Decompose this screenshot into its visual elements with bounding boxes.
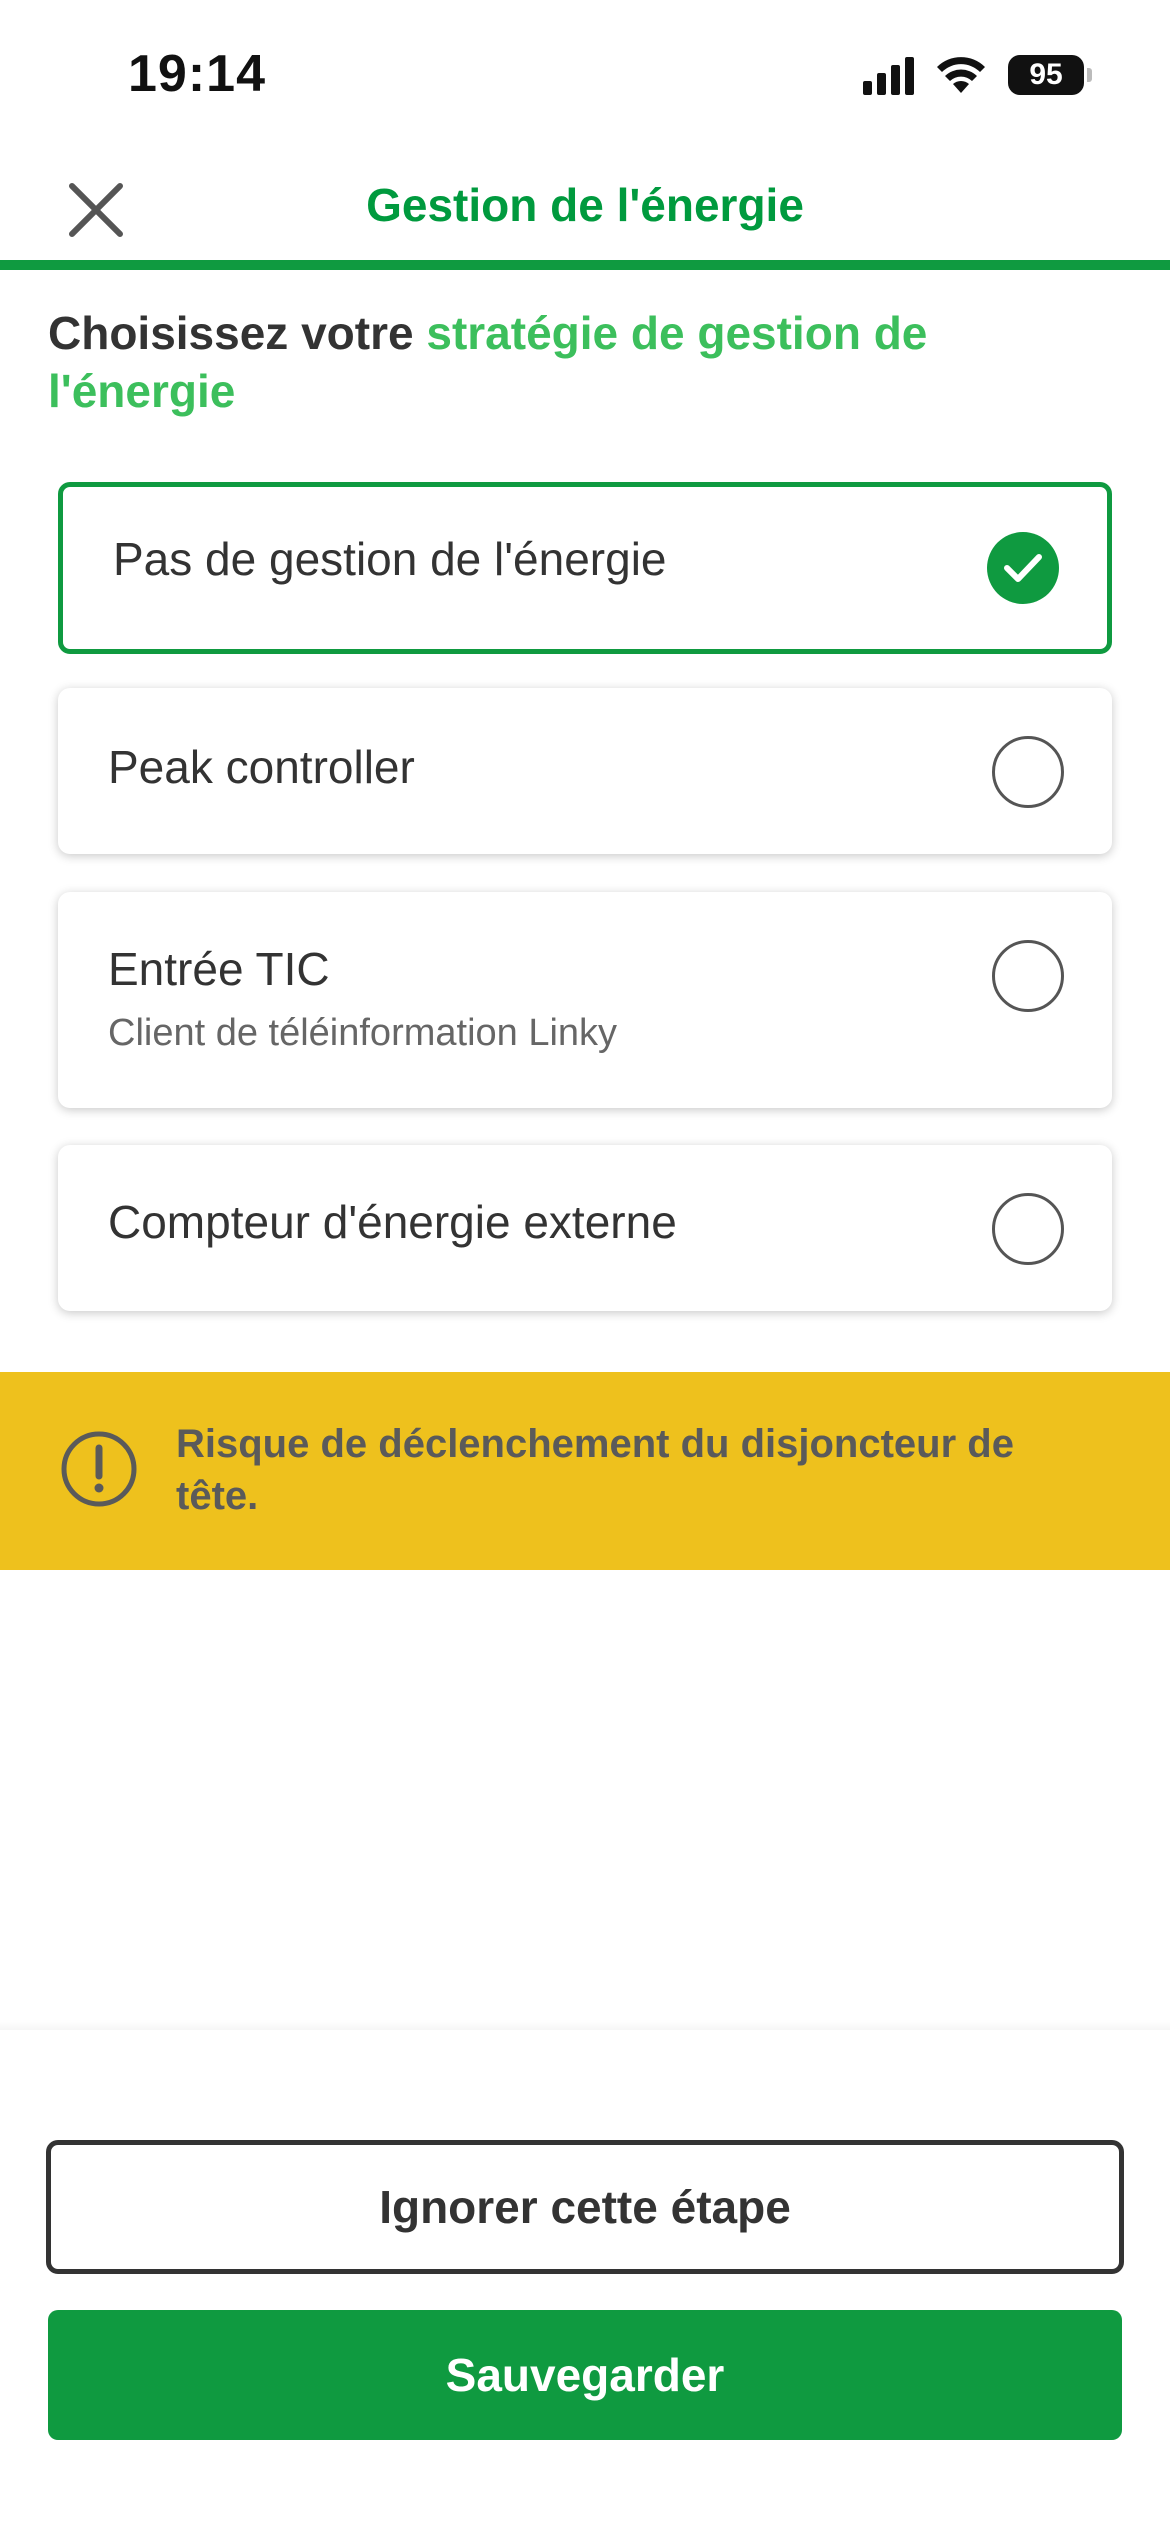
cellular-signal-icon [863, 55, 914, 95]
section-heading: Choisissez votre stratégie de gestion de… [48, 304, 1108, 420]
option-label: Peak controller [108, 741, 415, 793]
battery-icon: 95 [1008, 55, 1092, 95]
wifi-icon [937, 57, 985, 93]
warning-text: Risque de déclenchement du disjoncteur d… [176, 1422, 1014, 1518]
bottom-panel [0, 2030, 1170, 2532]
radio-unselected[interactable] [992, 736, 1064, 808]
option-label: Entrée TIC [108, 943, 330, 995]
option-no-energy-management[interactable]: Pas de gestion de l'énergie [58, 482, 1112, 654]
option-label: Pas de gestion de l'énergie [113, 533, 667, 585]
battery-level: 95 [1008, 55, 1084, 95]
heading-prefix: Choisissez votre [48, 307, 427, 359]
radio-unselected[interactable] [992, 1193, 1064, 1265]
header: Gestion de l'énergie [0, 140, 1170, 262]
radio-unselected[interactable] [992, 940, 1064, 1012]
check-icon [1004, 554, 1042, 582]
option-subtitle: Client de téléinformation Linky [108, 1012, 618, 1054]
exclamation-circle-icon [61, 1431, 137, 1507]
option-label: Compteur d'énergie externe [108, 1196, 677, 1248]
radio-selected[interactable] [987, 532, 1059, 604]
page-title: Gestion de l'énergie [366, 179, 804, 231]
option-external-energy-meter[interactable]: Compteur d'énergie externe [58, 1145, 1112, 1311]
skip-step-button[interactable]: Ignorer cette étape [46, 2140, 1124, 2274]
warning-banner: Risque de déclenchement du disjoncteur d… [0, 1372, 1170, 1570]
header-divider [0, 260, 1170, 270]
save-button[interactable]: Sauvegarder [48, 2310, 1122, 2440]
status-bar: 19:14 95 [0, 0, 1170, 140]
option-entree-tic[interactable]: Entrée TIC Client de téléinformation Lin… [58, 892, 1112, 1108]
status-time: 19:14 [128, 45, 266, 103]
status-icons: 95 [863, 52, 1092, 98]
screen: 19:14 95 Gestion de l'énergie Choisissez… [0, 0, 1170, 2532]
option-peak-controller[interactable]: Peak controller [58, 688, 1112, 854]
